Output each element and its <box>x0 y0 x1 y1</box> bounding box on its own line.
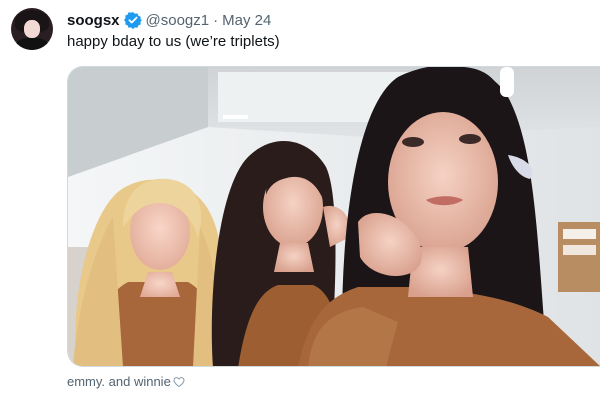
tweet-text: happy bday to us (we’re triplets) <box>67 33 280 50</box>
caption-text: emmy. and winnie <box>67 374 171 389</box>
display-name[interactable]: soogsx <box>67 12 120 29</box>
heart-icon <box>173 376 185 388</box>
tweet-photo[interactable] <box>67 66 600 367</box>
tweet-date[interactable]: May 24 <box>222 12 271 29</box>
avatar-face <box>24 20 40 38</box>
author-avatar[interactable] <box>11 8 53 50</box>
photo-caption: emmy. and winnie <box>67 374 185 389</box>
user-handle[interactable]: @soogz1 <box>146 12 210 29</box>
avatar-body <box>16 38 48 50</box>
verified-badge-icon <box>123 11 142 29</box>
separator-dot: · <box>213 11 219 29</box>
photo-scene <box>68 67 600 366</box>
tweet-header: soogsx @soogz1 · May 24 <box>67 10 271 30</box>
